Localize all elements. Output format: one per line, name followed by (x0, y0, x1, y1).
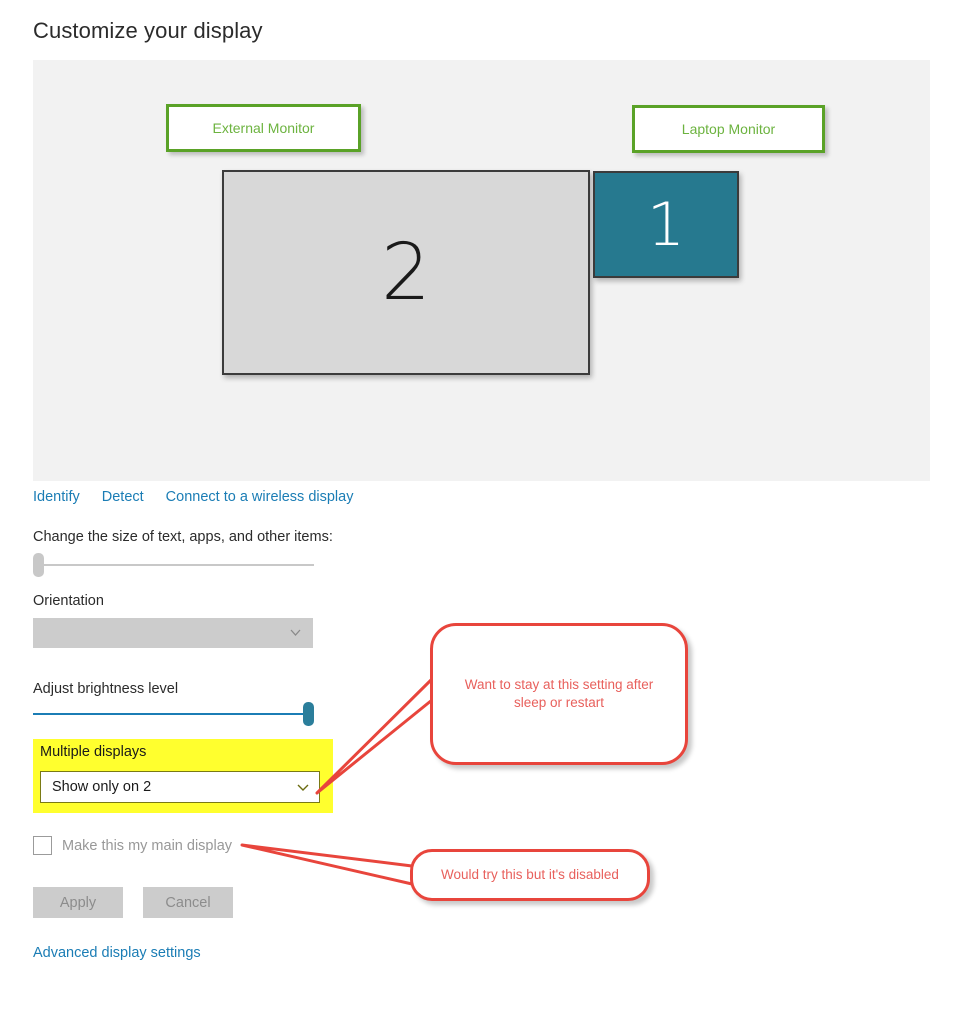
brightness-label: Adjust brightness level (33, 681, 179, 697)
apply-button[interactable]: Apply (33, 887, 123, 918)
chevron-down-icon (290, 627, 301, 638)
monitor-tile-2[interactable]: 2 (222, 170, 590, 375)
monitor-number-1: 1 (646, 189, 686, 260)
callout-sleep-tail (315, 677, 434, 795)
orientation-label: Orientation (33, 593, 104, 609)
advanced-display-settings-link[interactable]: Advanced display settings (33, 945, 201, 961)
connect-wireless-display-link[interactable]: Connect to a wireless display (166, 489, 354, 505)
text-scaling-slider[interactable] (33, 553, 314, 577)
multiple-displays-dropdown[interactable]: Show only on 2 (40, 771, 320, 803)
annotation-label-external-monitor-text: External Monitor (212, 120, 315, 136)
callout-would-try-disabled: Would try this but it's disabled (410, 849, 650, 901)
identify-link[interactable]: Identify (33, 489, 80, 505)
detect-link[interactable]: Detect (102, 489, 144, 505)
annotation-label-laptop-monitor: Laptop Monitor (632, 105, 825, 153)
annotation-label-laptop-monitor-text: Laptop Monitor (681, 121, 776, 137)
callout-stay-at-setting-text: Want to stay at this setting after sleep… (464, 676, 654, 710)
annotation-label-external-monitor: External Monitor (166, 104, 361, 152)
chevron-down-icon (297, 781, 309, 792)
brightness-slider-track (33, 713, 314, 715)
page-title: Customize your display (33, 18, 263, 43)
multiple-displays-dropdown-value: Show only on 2 (52, 779, 152, 795)
multiple-displays-label: Multiple displays (40, 744, 147, 760)
callout-stay-at-setting: Want to stay at this setting after sleep… (430, 623, 688, 765)
text-scaling-label: Change the size of text, apps, and other… (33, 529, 333, 545)
make-main-display-label: Make this my main display (62, 837, 233, 854)
monitor-tile-1[interactable]: 1 (593, 171, 739, 278)
orientation-dropdown[interactable] (33, 618, 313, 648)
cancel-button[interactable]: Cancel (143, 887, 233, 918)
display-actions-links: Identify Detect Connect to a wireless di… (33, 489, 353, 505)
display-settings-page: Customize your display 2 1 External Moni… (0, 0, 968, 1024)
monitor-number-2: 2 (381, 227, 431, 318)
callout-would-try-disabled-text: Would try this but it's disabled (441, 866, 619, 882)
brightness-slider-thumb[interactable] (303, 702, 314, 726)
make-main-display-checkbox[interactable] (33, 836, 52, 855)
text-scaling-slider-thumb[interactable] (33, 553, 44, 577)
make-main-display-checkbox-row[interactable]: Make this my main display (33, 836, 232, 855)
text-scaling-slider-track (33, 564, 314, 566)
brightness-slider[interactable] (33, 702, 314, 726)
callout-disabled-tail (240, 843, 414, 886)
